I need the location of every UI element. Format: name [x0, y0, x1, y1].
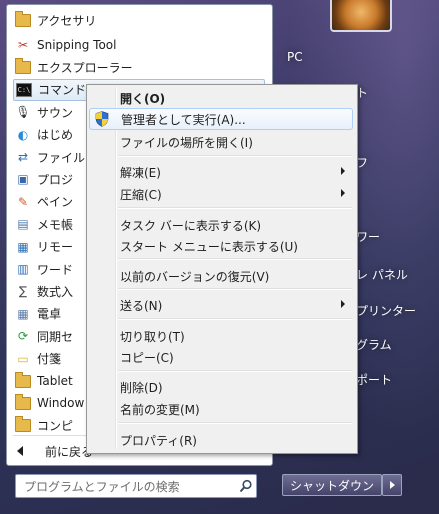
folder-icon — [15, 393, 31, 411]
right-item-pc[interactable]: PC — [287, 50, 303, 64]
program-item-label: コンピ — [37, 419, 74, 434]
folder-accessories[interactable]: アクセサリ — [13, 9, 263, 31]
user-avatar[interactable] — [330, 0, 392, 32]
program-item-label: ファイル — [37, 150, 86, 165]
right-item-programs[interactable]: グラム — [356, 336, 392, 353]
context-menu-item[interactable]: スタート メニューに表示する(U) — [89, 235, 353, 257]
uac-shield-icon — [95, 111, 109, 127]
program-item-label: ペイン — [37, 195, 74, 210]
program-item-label: Tablet — [37, 374, 73, 388]
context-menu-item[interactable]: 以前のバージョンの復元(V) — [89, 265, 353, 287]
context-menu-item[interactable]: 送る(N) — [89, 294, 353, 316]
menu-separator — [118, 318, 352, 320]
context-menu-item-label: 削除(D) — [120, 380, 163, 395]
right-item-support[interactable]: ポート — [356, 371, 392, 388]
context-menu-item[interactable]: プロパティ(R) — [89, 429, 353, 451]
submenu-arrow-icon — [341, 300, 345, 308]
folder-icon — [15, 371, 31, 389]
program-item-label: 電卓 — [37, 307, 62, 322]
calculator-icon: ▦ — [17, 306, 29, 321]
context-menu-item-label: 以前のバージョンの復元(V) — [120, 269, 270, 284]
folder-open-icon — [15, 10, 31, 28]
program-item[interactable]: エクスプローラー — [13, 56, 263, 78]
explorer-folder-icon — [15, 57, 31, 75]
notepad-icon: ▤ — [17, 217, 29, 232]
back-button[interactable]: 前に戻る — [17, 442, 93, 460]
context-menu-item-label: 名前の変更(M) — [120, 402, 200, 417]
context-menu-item-label: ファイルの場所を開く(I) — [120, 135, 253, 150]
menu-separator — [118, 370, 352, 372]
context-menu-item-label: コピー(C) — [120, 350, 174, 365]
program-item-label: Window — [37, 396, 85, 411]
program-item-label: メモ帳 — [37, 217, 74, 232]
program-item-label: 数式入 — [37, 284, 74, 299]
context-menu-item-label: 解凍(E) — [120, 165, 161, 180]
context-menu-item[interactable]: 圧縮(C) — [89, 183, 353, 205]
shutdown-button[interactable]: シャットダウン — [282, 474, 382, 496]
folder-accessories-label: アクセサリ — [37, 13, 97, 28]
sync-center-icon: ⟳ — [17, 329, 29, 344]
submenu-arrow-icon — [341, 189, 345, 197]
program-item-label: ワード — [37, 262, 74, 277]
microphone-icon: 🎙 — [15, 105, 31, 120]
context-menu-item-label: 送る(N) — [120, 298, 163, 313]
menu-separator — [118, 155, 352, 157]
submenu-arrow-icon — [341, 167, 345, 175]
paint-icon: ✎ — [17, 194, 29, 209]
program-item-label: リモー — [37, 240, 74, 255]
right-item-printers[interactable]: プリンター — [356, 302, 416, 319]
context-menu-item-label: 圧縮(C) — [120, 187, 162, 202]
program-item-label: Snipping Tool — [37, 38, 117, 52]
context-menu-item-label: タスク バーに表示する(K) — [120, 218, 262, 233]
context-menu-item[interactable]: 開く(O) — [89, 87, 353, 109]
getting-started-icon: ◐ — [17, 127, 29, 142]
remote-desktop-icon: ▦ — [17, 239, 29, 254]
context-menu: 開く(O) 管理者として実行(A)... ファイルの場所を開く(I) 解凍(E) 圧縮(… — [86, 84, 358, 454]
menu-separator — [118, 207, 352, 209]
file-transfer-icon: ⇄ — [17, 150, 29, 164]
context-menu-item[interactable]: 削除(D) — [89, 376, 353, 398]
context-menu-item[interactable]: ファイルの場所を開く(I) — [89, 131, 353, 153]
shutdown-options-button[interactable] — [382, 474, 402, 496]
context-menu-item-label: 管理者として実行(A)... — [121, 112, 246, 127]
context-menu-item[interactable]: 切り取り(T) — [89, 325, 353, 347]
context-menu-item[interactable]: タスク バーに表示する(K) — [89, 214, 353, 236]
menu-separator — [118, 258, 352, 260]
context-menu-item-label: 切り取り(T) — [120, 329, 185, 344]
program-item-label: 同期セ — [37, 329, 74, 344]
chevron-left-icon — [17, 446, 23, 456]
context-menu-item[interactable]: 管理者として実行(A)... — [89, 108, 353, 130]
context-menu-item-label: 開く(O) — [120, 91, 166, 106]
command-prompt-icon: C:\ — [16, 82, 32, 98]
program-item[interactable]: ✂ Snipping Tool — [13, 34, 263, 56]
context-menu-item[interactable]: 名前の変更(M) — [89, 398, 353, 420]
sticky-notes-icon: ▭ — [17, 351, 29, 366]
chevron-right-icon — [389, 481, 395, 489]
search-input[interactable]: プログラムとファイルの検索 — [15, 474, 257, 498]
program-item-label: はじめ — [37, 128, 74, 143]
search-placeholder: プログラムとファイルの検索 — [24, 479, 180, 494]
shutdown-label: シャットダウン — [289, 478, 374, 493]
folder-icon — [15, 416, 31, 434]
right-item-3[interactable]: ワー — [356, 228, 380, 245]
menu-separator — [118, 422, 352, 424]
wordpad-icon: ▥ — [17, 262, 29, 276]
program-item-label: サウン — [37, 105, 74, 120]
scissors-icon: ✂ — [17, 38, 29, 52]
menu-separator — [118, 288, 352, 290]
program-item-label: エクスプローラー — [37, 60, 133, 75]
search-icon[interactable] — [236, 476, 256, 496]
math-input-icon: ∑ — [18, 284, 28, 299]
projector-icon: ▣ — [17, 172, 29, 187]
context-menu-item[interactable]: 解凍(E) — [89, 161, 353, 183]
program-item-label: プロジ — [37, 172, 74, 187]
program-item-label: 付箋 — [37, 352, 62, 367]
context-menu-item-label: プロパティ(R) — [120, 433, 197, 448]
right-item-control-panel[interactable]: レ パネル — [356, 266, 408, 283]
context-menu-item[interactable]: コピー(C) — [89, 346, 353, 368]
context-menu-item-label: スタート メニューに表示する(U) — [120, 239, 298, 254]
